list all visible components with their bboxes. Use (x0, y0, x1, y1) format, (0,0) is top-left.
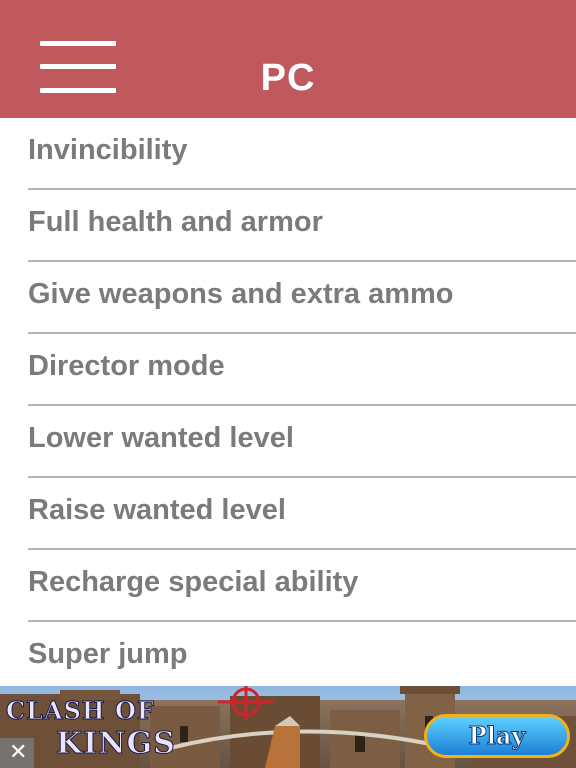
app-header: PC (0, 0, 576, 118)
ad-close-button[interactable]: ✕ (0, 738, 34, 768)
ad-brand-line1: CLASH OF (6, 696, 155, 726)
ad-banner[interactable]: CLASH OF KINGS ✕ Play (0, 686, 576, 768)
list-item[interactable]: Super jump (28, 622, 576, 694)
list-item-label: Recharge special ability (28, 566, 359, 598)
cheat-list: Invincibility Full health and armor Give… (0, 118, 576, 694)
list-item-label: Director mode (28, 350, 225, 382)
list-item-label: Lower wanted level (28, 422, 294, 454)
list-item-label: Give weapons and extra ammo (28, 278, 454, 310)
close-icon: ✕ (9, 740, 28, 765)
list-item[interactable]: Lower wanted level (28, 406, 576, 478)
ad-play-button[interactable]: Play (424, 714, 570, 758)
list-item-label: Invincibility (28, 134, 188, 166)
list-item[interactable]: Recharge special ability (28, 550, 576, 622)
list-item[interactable]: Raise wanted level (28, 478, 576, 550)
list-item[interactable]: Full health and armor (28, 190, 576, 262)
list-item-label: Full health and armor (28, 206, 323, 238)
list-item-label: Super jump (28, 638, 188, 670)
list-item[interactable]: Give weapons and extra ammo (28, 262, 576, 334)
ad-brand-line2: KINGS (56, 726, 176, 762)
list-item[interactable]: Director mode (28, 334, 576, 406)
list-item-label: Raise wanted level (28, 494, 286, 526)
menu-bar-top (40, 41, 116, 46)
page-title: PC (260, 57, 316, 99)
ad-play-label: Play (468, 721, 526, 751)
list-item[interactable]: Invincibility (28, 118, 576, 190)
